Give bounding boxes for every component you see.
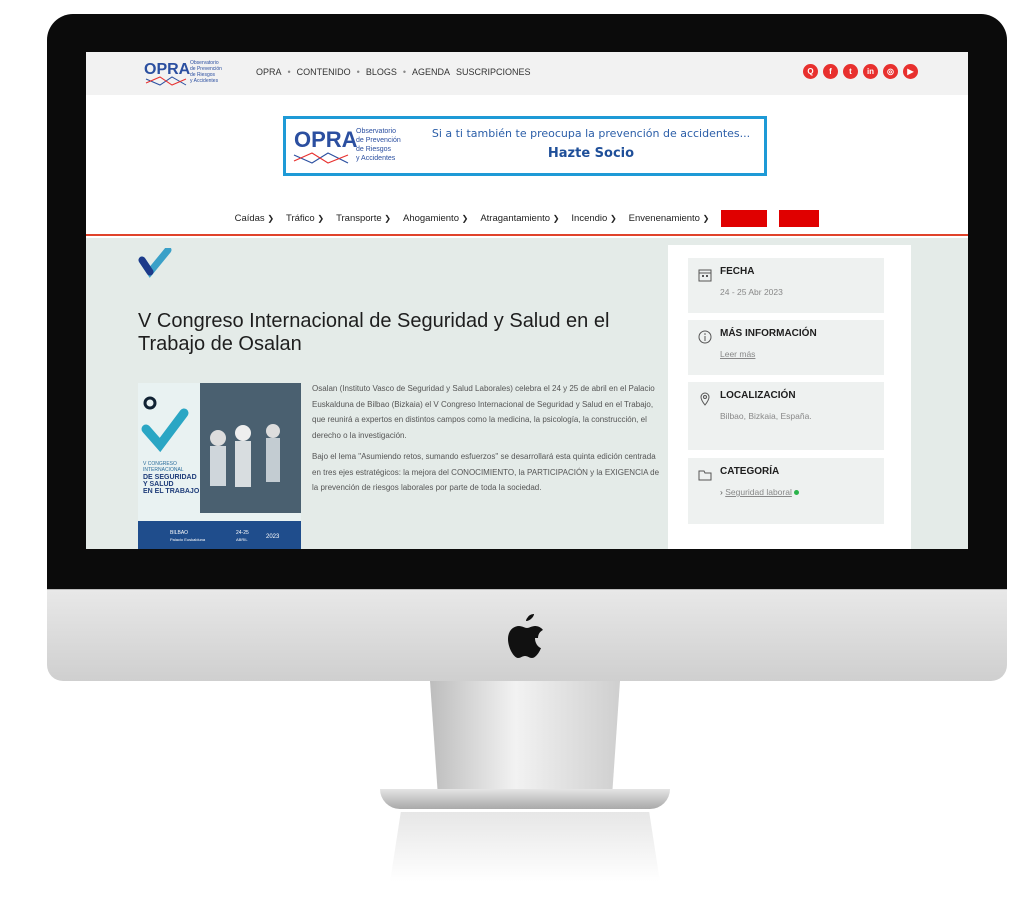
poster-venue: Palacio Euskalduna — [170, 537, 206, 542]
cat-label: Envenenamiento — [628, 212, 700, 224]
svg-text:OPRA: OPRA — [144, 61, 191, 78]
poster-line4: Y SALUD — [143, 481, 174, 488]
menu-item-blogs[interactable]: BLOGS — [366, 67, 397, 77]
cat-label: Incendio — [571, 212, 608, 224]
event-poster-image: V CONGRESO INTERNACIONAL DE SEGURIDAD Y … — [138, 383, 301, 549]
poster-art: V CONGRESO INTERNACIONAL DE SEGURIDAD Y … — [138, 383, 301, 549]
cat-label: Tráfico — [286, 212, 315, 224]
youtube-icon[interactable]: ▶ — [903, 64, 918, 79]
location-pin-icon — [700, 392, 710, 406]
chevron-down-icon: ❯ — [552, 213, 560, 223]
folder-icon — [698, 470, 712, 481]
apple-logo-icon — [508, 614, 543, 658]
menu-separator: • — [356, 67, 360, 77]
read-more-link[interactable]: Leer más — [720, 349, 874, 359]
location-card: LOCALIZACIÓN Bilbao, Bizkaia, España. — [688, 382, 884, 450]
imac-mockup: OPRA Observatorio de Prevención de Riesg… — [0, 0, 1020, 899]
cat-atragantamiento[interactable]: Atragantamiento ❯ — [480, 213, 559, 224]
chevron-down-icon: ❯ — [267, 213, 275, 223]
top-menu: OPRA • CONTENIDO • BLOGS • AGENDA SUSCRIPCI… — [256, 67, 531, 77]
category-link[interactable]: Seguridad laboral — [725, 487, 792, 497]
cat-edad[interactable]: EDAD ▾ — [779, 209, 820, 227]
cat-label: Atragantamiento — [480, 212, 551, 224]
cat-envenenamiento[interactable]: Envenenamiento ❯ — [629, 213, 710, 224]
event-sidebar: FECHA 24 - 25 Abr 2023 MÁS INFORMACIÓN L… — [668, 245, 911, 549]
info-icon — [698, 330, 712, 344]
cat-incendio[interactable]: Incendio ❯ — [571, 213, 616, 224]
instagram-icon[interactable]: ◎ — [883, 64, 898, 79]
svg-text:y Accidentes: y Accidentes — [356, 155, 396, 162]
social-icons: Q f t in ◎ ▶ — [803, 64, 918, 79]
article-body: Osalan (Instituto Vasco de Seguridad y S… — [312, 381, 662, 502]
status-dot-icon — [794, 490, 800, 495]
svg-text:de Riesgos: de Riesgos — [356, 146, 392, 153]
fecha-label: FECHA — [720, 266, 755, 277]
poster-month: ABRIL — [236, 537, 248, 542]
monitor-foot — [380, 789, 670, 809]
category-link-row[interactable]: › Seguridad laboral — [720, 487, 874, 497]
chevron-down-icon: ❯ — [317, 213, 325, 223]
calendar-icon — [698, 269, 712, 282]
cat-label: EDAD — [783, 212, 809, 223]
facebook-icon[interactable]: f — [823, 64, 838, 79]
menu-item-suscripciones[interactable]: SUSCRIPCIONES — [456, 67, 531, 77]
fecha-value: 24 - 25 Abr 2023 — [720, 287, 783, 297]
fecha-card: FECHA 24 - 25 Abr 2023 — [688, 258, 884, 313]
menu-separator: • — [287, 67, 291, 77]
cat-ahogamiento[interactable]: Ahogamiento ❯ — [403, 213, 468, 224]
category-card: CATEGORÍA › Seguridad laboral — [688, 458, 884, 524]
twitter-icon[interactable]: t — [843, 64, 858, 79]
menu-item-contenido[interactable]: CONTENIDO — [297, 67, 351, 77]
article-paragraph: Bajo el lema "Asumiendo retos, sumando e… — [312, 452, 660, 492]
search-icon[interactable]: Q — [803, 64, 818, 79]
site-logo[interactable]: OPRA Observatorio de Prevención de Riesg… — [144, 57, 254, 91]
chevron-down-icon: ❯ — [609, 213, 617, 223]
linkedin-icon[interactable]: in — [863, 64, 878, 79]
poster-line2: INTERNACIONAL — [143, 467, 184, 473]
cat-label: Caídas — [234, 212, 265, 224]
check-v-icon — [138, 248, 172, 278]
cat-caidas[interactable]: Caídas ❯ — [235, 213, 274, 224]
banner-text: Si a ti también te preocupa la prevenció… — [431, 127, 751, 140]
category-nav: Caídas ❯ Tráfico ❯ Transporte ❯ Ahogamie… — [86, 202, 968, 236]
article-title: V Congreso Internacional de Seguridad y … — [138, 310, 610, 355]
svg-text:y Accidentes: y Accidentes — [190, 78, 219, 84]
svg-text:Observatorio: Observatorio — [356, 128, 396, 135]
category-label: CATEGORÍA — [720, 466, 780, 477]
chevron-down-icon: ❯ — [384, 213, 391, 223]
article-paragraph: Osalan (Instituto Vasco de Seguridad y S… — [312, 384, 655, 440]
svg-text:OPRA: OPRA — [294, 127, 358, 152]
info-label: MÁS INFORMACIÓN — [720, 328, 817, 339]
cat-transporte[interactable]: Transporte ❯ — [336, 213, 391, 224]
poster-line5: EN EL TRABAJO — [143, 488, 200, 495]
cat-label: Transporte — [336, 212, 382, 224]
banner-logo: OPRA Observatorio de Prevención de Riesg… — [293, 127, 401, 164]
cat-label: LUGAR — [725, 212, 757, 223]
location-value: Bilbao, Bizkaia, España. — [720, 411, 812, 421]
poster-year: 2023 — [266, 534, 280, 540]
menu-separator: • — [402, 67, 406, 77]
browser-screen: OPRA Observatorio de Prevención de Riesg… — [86, 52, 968, 549]
menu-item-opra[interactable]: OPRA — [256, 67, 282, 77]
chevron-down-icon: ❯ — [461, 213, 469, 223]
location-label: LOCALIZACIÓN — [720, 390, 796, 401]
monitor-stand — [430, 681, 620, 791]
chevron-right-icon: › — [720, 487, 723, 497]
cat-label: Ahogamiento — [403, 212, 459, 224]
top-bar: OPRA Observatorio de Prevención de Riesg… — [86, 52, 968, 95]
menu-item-agenda[interactable]: AGENDA — [412, 67, 450, 77]
info-card: MÁS INFORMACIÓN Leer más — [688, 320, 884, 375]
poster-place: BILBAO — [170, 530, 188, 536]
poster-line3: DE SEGURIDAD — [143, 474, 197, 481]
chevron-down-icon: ❯ — [702, 213, 710, 223]
cat-trafico[interactable]: Tráfico ❯ — [286, 213, 324, 224]
banner-cta-link[interactable]: Hazte Socio — [431, 146, 751, 161]
poster-dates: 24-25 — [236, 530, 249, 536]
cat-lugar[interactable]: LUGAR ▾ — [721, 209, 768, 227]
membership-banner[interactable]: OPRA Observatorio de Prevención de Riesg… — [283, 116, 767, 176]
stand-reflection — [390, 812, 660, 882]
svg-text:de Prevención: de Prevención — [356, 137, 401, 144]
